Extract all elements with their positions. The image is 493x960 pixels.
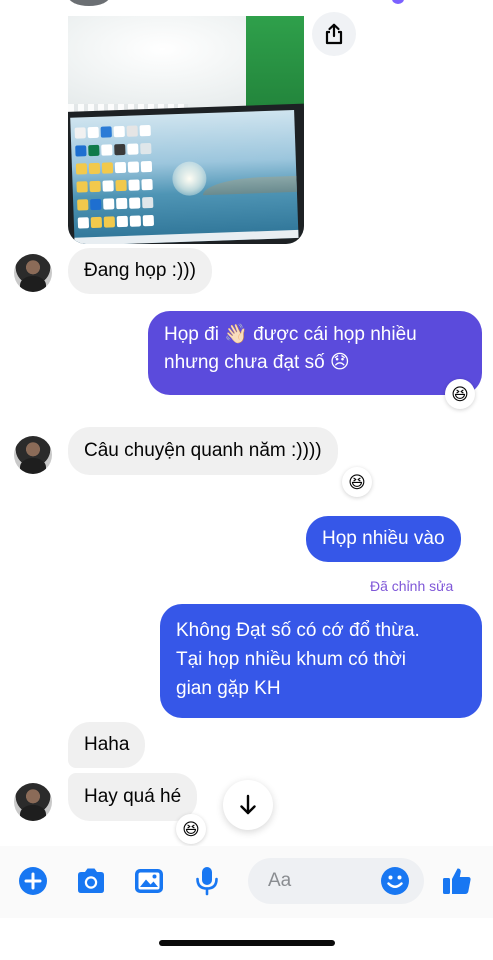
message-reaction[interactable]: 😆 [445, 379, 475, 409]
message-line: Không Đạt số có cớ đổ thừa. [176, 620, 420, 641]
laughing-emoji: 😆 [451, 384, 469, 404]
add-button[interactable] [16, 864, 50, 898]
message-line: Họp đi 👋🏻 được cái họp nhiều [164, 324, 417, 345]
message-input-placeholder: Aa [268, 870, 292, 891]
contact-avatar[interactable] [14, 436, 52, 474]
message-text: Haha [84, 734, 130, 755]
microphone-icon [196, 867, 218, 896]
gallery-button[interactable] [132, 864, 166, 898]
share-icon [325, 23, 343, 45]
photo-desktop-icons [74, 124, 159, 236]
scroll-to-bottom-button[interactable] [223, 780, 273, 830]
image-icon [135, 869, 163, 893]
voice-message-button[interactable] [190, 864, 224, 898]
like-button[interactable] [440, 864, 474, 898]
thumbs-up-icon [443, 868, 471, 894]
message-reaction[interactable]: 😆 [342, 467, 372, 497]
photo-laptop-screen [70, 109, 299, 244]
contact-avatar[interactable] [14, 783, 52, 821]
share-button[interactable] [312, 12, 356, 56]
emoji-button[interactable] [378, 864, 412, 898]
message-text: Hay quá hé [84, 786, 182, 807]
message-bubble-incoming[interactable]: Hay quá hé [68, 773, 198, 821]
message-bubble-incoming[interactable]: Đang họp :))) [68, 248, 212, 294]
camera-icon [78, 868, 104, 893]
laughing-emoji: 😆 [182, 819, 200, 839]
message-bubble-outgoing[interactable]: Không Đạt số có cớ đổ thừa. Tại họp nhiề… [160, 604, 482, 718]
message-line: nhưng chưa đạt số 😞 [164, 352, 350, 373]
message-reaction[interactable]: 😆 [176, 814, 206, 844]
message-text: Đang họp :))) [84, 260, 196, 281]
message-line: gian gặp KH [176, 678, 281, 699]
home-indicator [159, 940, 335, 946]
message-bubble-outgoing[interactable]: Họp nhiều vào [306, 516, 461, 562]
shared-photo[interactable] [68, 16, 304, 244]
camera-button[interactable] [74, 864, 108, 898]
edited-label: Đã chỉnh sửa [370, 578, 454, 594]
photo-sun [171, 161, 207, 197]
plus-circle-icon [19, 867, 47, 895]
previous-avatar-fragment [68, 0, 110, 6]
message-text: Họp nhiều vào [322, 528, 445, 549]
message-bubble-incoming[interactable]: Haha [68, 722, 146, 768]
arrow-down-icon [240, 794, 256, 815]
message-line: Tại họp nhiều khum có thời [176, 649, 407, 670]
photo-laptop [68, 103, 304, 244]
smiley-icon [381, 867, 409, 895]
contact-avatar[interactable] [14, 254, 52, 292]
status-dot-fragment [392, 0, 404, 4]
message-bubble-incoming[interactable]: Câu chuyện quanh năm :)))) [68, 427, 338, 475]
photo-hills [202, 175, 297, 196]
message-text: Câu chuyện quanh năm :)))) [84, 440, 322, 461]
message-bubble-outgoing[interactable]: Họp đi 👋🏻 được cái họp nhiều nhưng chưa … [148, 311, 482, 395]
laughing-emoji: 😆 [348, 472, 366, 492]
